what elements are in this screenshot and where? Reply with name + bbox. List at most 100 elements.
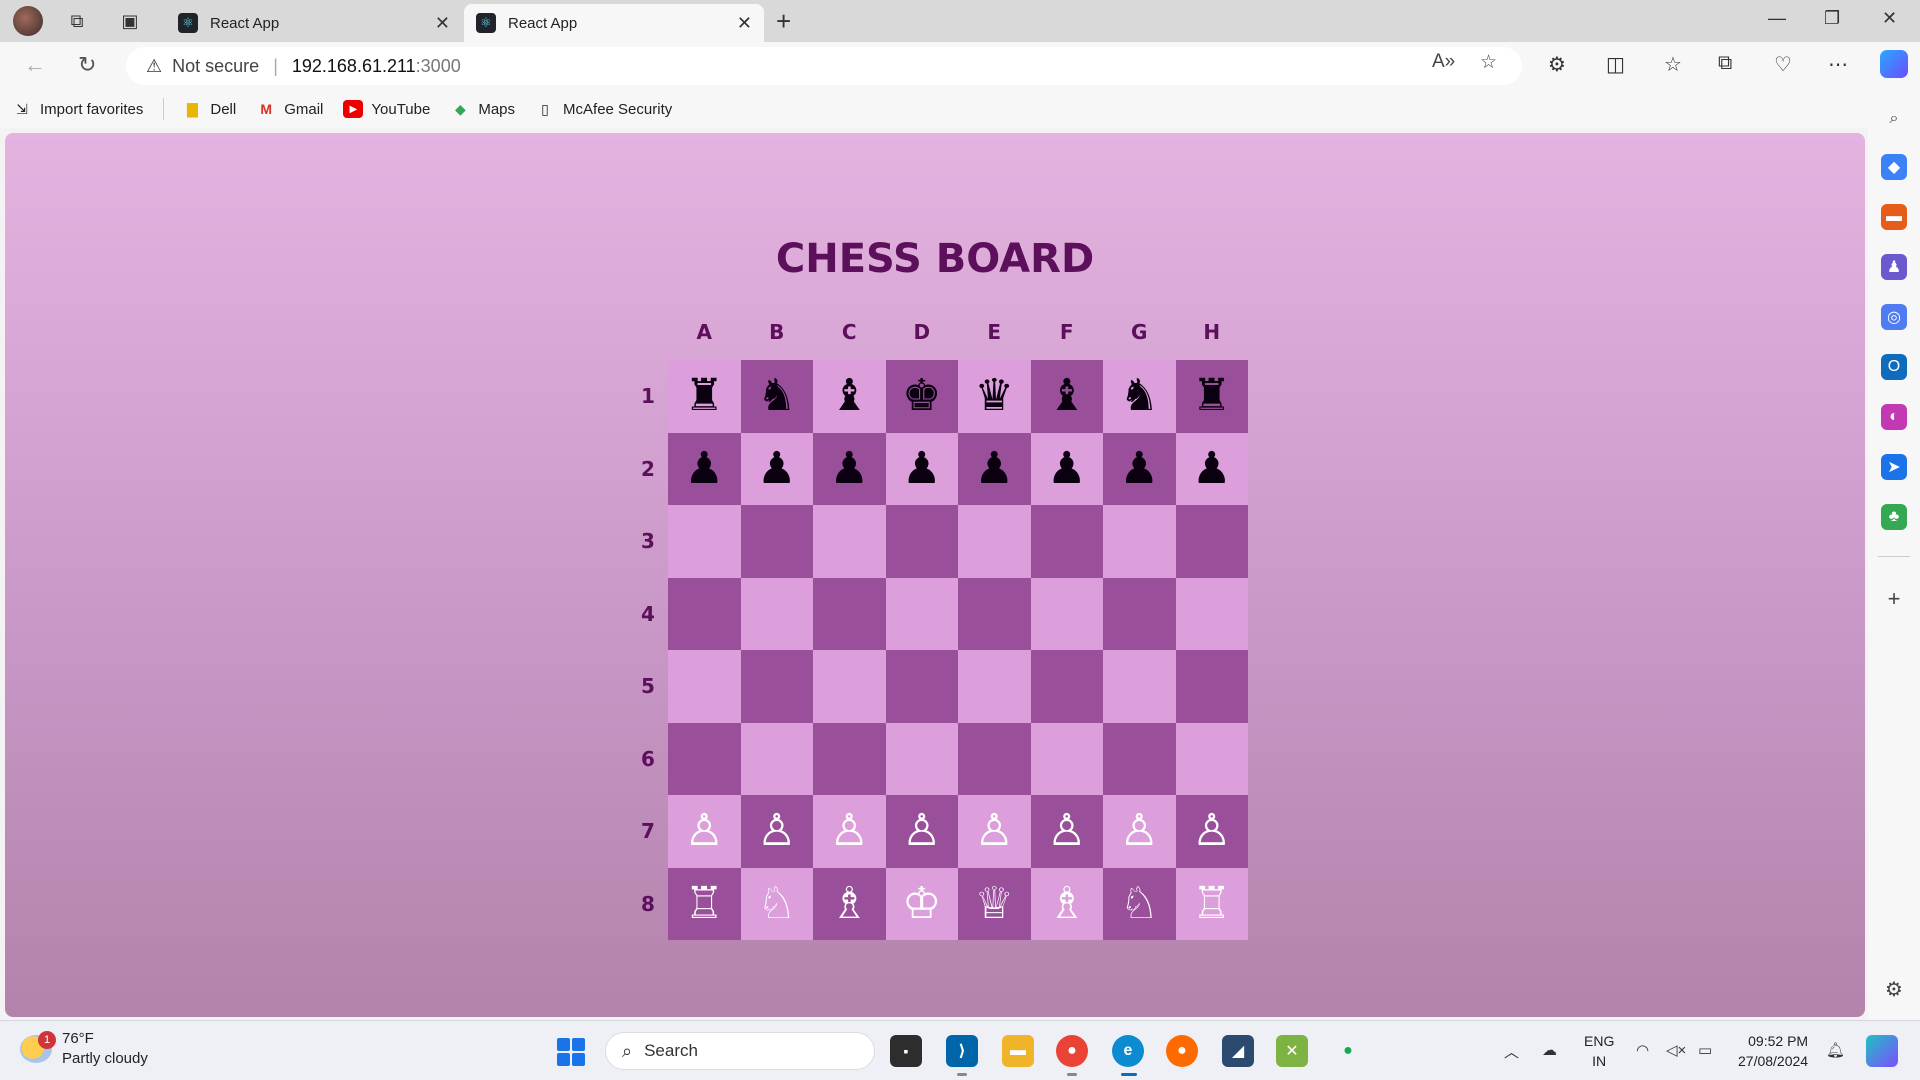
board-square-d6[interactable]: [885, 722, 958, 795]
restore-button[interactable]: ❐: [1824, 8, 1840, 29]
more-options-icon[interactable]: ⋯: [1828, 52, 1848, 77]
board-square-e3[interactable]: [958, 505, 1031, 578]
board-square-h2[interactable]: ♟: [1175, 432, 1248, 505]
close-tab-icon[interactable]: ✕: [435, 13, 450, 34]
firefox-icon[interactable]: ●: [1166, 1035, 1198, 1067]
battery-icon[interactable]: ▭: [1698, 1041, 1712, 1059]
board-square-e2[interactable]: ♟: [958, 432, 1031, 505]
board-square-c8[interactable]: ♗: [813, 867, 886, 940]
volume-muted-icon[interactable]: ◁×: [1666, 1041, 1686, 1059]
warning-icon[interactable]: ⚠: [146, 56, 162, 77]
tools-icon[interactable]: ▬: [1881, 204, 1907, 230]
tab-react-app-2[interactable]: ⚛ React App ✕: [464, 4, 764, 42]
board-square-d1[interactable]: ♚: [885, 360, 958, 433]
refresh-button[interactable]: ↻: [78, 52, 96, 78]
board-square-d4[interactable]: [885, 577, 958, 650]
clock[interactable]: 09:52 PM 27/08/2024: [1738, 1031, 1808, 1071]
split-screen-icon[interactable]: ◫: [1606, 52, 1625, 77]
board-square-h4[interactable]: [1175, 577, 1248, 650]
bookmark-gmail[interactable]: M Gmail: [256, 100, 323, 118]
onedrive-icon[interactable]: ☁: [1542, 1041, 1557, 1059]
taskbar-search[interactable]: ⌕ Search: [605, 1032, 875, 1070]
board-square-b5[interactable]: [740, 650, 813, 723]
board-square-c3[interactable]: [813, 505, 886, 578]
outlook-icon[interactable]: O: [1881, 354, 1907, 380]
board-square-b2[interactable]: ♟: [740, 432, 813, 505]
browser-essentials-icon[interactable]: ♡: [1774, 52, 1792, 77]
workspaces-icon[interactable]: ⧉: [62, 6, 92, 36]
notifications-bell-icon[interactable]: 🔔︎: [1826, 1041, 1845, 1059]
board-square-c2[interactable]: ♟: [813, 432, 886, 505]
copilot-taskbar-icon[interactable]: [1866, 1035, 1898, 1067]
board-square-d5[interactable]: [885, 650, 958, 723]
board-square-c4[interactable]: [813, 577, 886, 650]
tools-app-icon[interactable]: ✕: [1276, 1035, 1308, 1067]
language-indicator[interactable]: ENG IN: [1584, 1031, 1614, 1071]
board-square-f4[interactable]: [1030, 577, 1103, 650]
file-explorer-icon[interactable]: ▬: [1002, 1035, 1034, 1067]
board-square-g1[interactable]: ♞: [1103, 360, 1176, 433]
board-square-h3[interactable]: [1175, 505, 1248, 578]
task-view-icon[interactable]: ▪: [890, 1035, 922, 1067]
board-square-a4[interactable]: [668, 577, 741, 650]
board-square-c7[interactable]: ♙: [813, 795, 886, 868]
search-icon[interactable]: ⌕: [1881, 106, 1907, 132]
back-button[interactable]: ←: [24, 52, 46, 78]
board-square-e8[interactable]: ♕: [958, 867, 1031, 940]
start-button[interactable]: [557, 1038, 585, 1066]
edge-icon[interactable]: e: [1112, 1035, 1144, 1067]
board-square-h1[interactable]: ♜: [1175, 360, 1248, 433]
minimize-button[interactable]: —: [1768, 8, 1786, 29]
board-square-d2[interactable]: ♟: [885, 432, 958, 505]
board-square-g8[interactable]: ♘: [1103, 867, 1176, 940]
board-square-a2[interactable]: ♟: [668, 432, 741, 505]
read-aloud-icon[interactable]: A»: [1432, 51, 1455, 73]
board-square-b1[interactable]: ♞: [740, 360, 813, 433]
mongodb-compass-icon[interactable]: ●: [1332, 1035, 1364, 1067]
favorite-star-icon[interactable]: ☆: [1480, 51, 1497, 74]
board-square-d7[interactable]: ♙: [885, 795, 958, 868]
tab-actions-icon[interactable]: ▣: [115, 6, 145, 36]
chrome-icon[interactable]: ●: [1056, 1035, 1088, 1067]
board-square-e1[interactable]: ♛: [958, 360, 1031, 433]
security-label[interactable]: Not secure: [172, 56, 259, 77]
close-tab-icon[interactable]: ✕: [737, 13, 752, 34]
microsoft365-icon[interactable]: ◎: [1881, 304, 1907, 330]
board-square-f3[interactable]: [1030, 505, 1103, 578]
board-square-b6[interactable]: [740, 722, 813, 795]
board-square-a1[interactable]: ♜: [668, 360, 741, 433]
profile-avatar[interactable]: [13, 6, 43, 36]
games-icon[interactable]: ♟: [1881, 254, 1907, 280]
board-square-b7[interactable]: ♙: [740, 795, 813, 868]
board-square-b8[interactable]: ♘: [740, 867, 813, 940]
copilot-icon[interactable]: [1880, 50, 1908, 78]
board-square-a7[interactable]: ♙: [668, 795, 741, 868]
board-square-a3[interactable]: [668, 505, 741, 578]
shopping-tag-icon[interactable]: ◆: [1881, 154, 1907, 180]
board-square-c6[interactable]: [813, 722, 886, 795]
tab-react-app-1[interactable]: ⚛ React App ✕: [166, 4, 462, 42]
board-square-a5[interactable]: [668, 650, 741, 723]
board-square-h8[interactable]: ♖: [1175, 867, 1248, 940]
board-square-c5[interactable]: [813, 650, 886, 723]
board-square-b4[interactable]: [740, 577, 813, 650]
favorites-icon[interactable]: ☆: [1664, 52, 1682, 77]
board-square-g3[interactable]: [1103, 505, 1176, 578]
vscode-icon[interactable]: ⟩: [946, 1035, 978, 1067]
board-square-a6[interactable]: [668, 722, 741, 795]
board-square-f2[interactable]: ♟: [1030, 432, 1103, 505]
board-square-e4[interactable]: [958, 577, 1031, 650]
board-square-e5[interactable]: [958, 650, 1031, 723]
board-square-h7[interactable]: ♙: [1175, 795, 1248, 868]
new-tab-button[interactable]: +: [776, 6, 791, 37]
bookmark-maps[interactable]: ◆ Maps: [450, 100, 515, 118]
close-window-button[interactable]: ✕: [1882, 8, 1897, 29]
board-square-f8[interactable]: ♗: [1030, 867, 1103, 940]
board-square-d8[interactable]: ♔: [885, 867, 958, 940]
board-square-g6[interactable]: [1103, 722, 1176, 795]
bookmark-youtube[interactable]: ▶ YouTube: [343, 100, 430, 118]
board-square-g4[interactable]: [1103, 577, 1176, 650]
bookmark-mcafee[interactable]: ▯ McAfee Security: [535, 100, 672, 118]
board-square-f1[interactable]: ♝: [1030, 360, 1103, 433]
board-square-e7[interactable]: ♙: [958, 795, 1031, 868]
